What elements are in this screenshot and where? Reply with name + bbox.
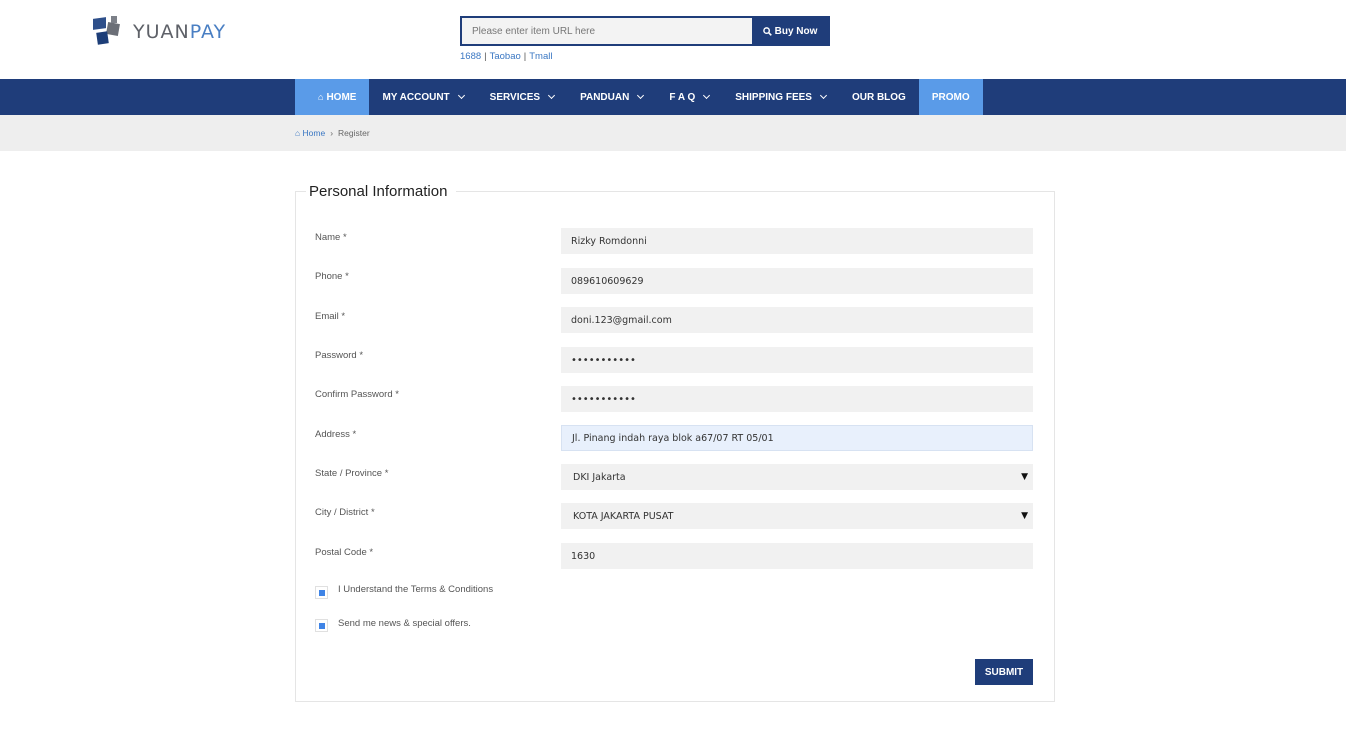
- chevron-down-icon: [548, 91, 556, 100]
- breadcrumb-current: Register: [338, 128, 370, 138]
- password-field[interactable]: •••••••••••: [561, 347, 1033, 373]
- name-label: Name *: [315, 232, 347, 243]
- market-link-taobao[interactable]: Taobao: [490, 51, 521, 62]
- news-label: Send me news & special offers.: [338, 618, 471, 629]
- chevron-right-icon: ›: [330, 128, 334, 138]
- main-navbar: ⌂ HOME MY ACCOUNT SERVICES PANDUAN F A Q …: [0, 79, 1346, 115]
- nav-item-my-account[interactable]: MY ACCOUNT: [369, 79, 476, 115]
- search-icon: [762, 26, 772, 36]
- dropdown-arrow-icon: ▼: [1021, 511, 1028, 521]
- chevron-down-icon: [457, 91, 465, 100]
- submit-button[interactable]: SUBMIT: [975, 659, 1033, 685]
- chevron-down-icon: [637, 91, 645, 100]
- chevron-down-icon: [703, 91, 711, 100]
- dropdown-arrow-icon: ▼: [1021, 472, 1028, 482]
- site-header: YUANPAY Buy Now 1688|Taobao|Tmall: [0, 0, 1346, 79]
- market-link-tmall[interactable]: Tmall: [529, 51, 552, 62]
- password-label: Password *: [315, 350, 364, 361]
- url-search-bar: Buy Now: [460, 16, 830, 46]
- nav-item-services[interactable]: SERVICES: [477, 79, 567, 115]
- address-label: Address *: [315, 429, 357, 440]
- nav-item-panduan[interactable]: PANDUAN: [567, 79, 656, 115]
- phone-label: Phone *: [315, 271, 349, 282]
- nav-item-home[interactable]: ⌂ HOME: [295, 79, 370, 115]
- terms-label: I Understand the Terms & Conditions: [338, 584, 494, 595]
- breadcrumb-bar: ⌂ Home › Register: [0, 115, 1346, 151]
- logo-text: YUANPAY: [133, 21, 227, 43]
- city-label: City / District *: [315, 507, 375, 518]
- state-select-value: DKI Jakarta: [573, 471, 626, 483]
- nav-menu: ⌂ HOME MY ACCOUNT SERVICES PANDUAN F A Q …: [295, 79, 983, 115]
- confirm-password-label: Confirm Password *: [315, 389, 399, 400]
- city-select-value: KOTA JAKARTA PUSAT: [573, 510, 674, 522]
- news-checkbox[interactable]: [315, 619, 328, 632]
- checkbox-checked-mark: [318, 589, 325, 596]
- nav-item-promo[interactable]: PROMO: [918, 79, 983, 115]
- buy-now-button[interactable]: Buy Now: [752, 18, 828, 44]
- logo-mark-icon: [93, 16, 129, 48]
- item-url-input[interactable]: [462, 18, 752, 44]
- phone-field[interactable]: 089610609629: [561, 268, 1033, 294]
- breadcrumb-home[interactable]: ⌂ Home: [295, 128, 325, 138]
- home-icon: ⌂: [295, 128, 301, 138]
- yuanpay-logo[interactable]: YUANPAY: [93, 16, 226, 48]
- email-label: Email *: [315, 311, 346, 322]
- form-title: Personal Information: [306, 183, 457, 200]
- nav-item-our-blog[interactable]: OUR BLOG: [839, 79, 919, 115]
- city-select[interactable]: KOTA JAKARTA PUSAT ▼: [561, 503, 1033, 529]
- terms-checkbox[interactable]: [315, 586, 328, 599]
- confirm-password-field[interactable]: •••••••••••: [561, 386, 1033, 412]
- postal-code-label: Postal Code *: [315, 547, 374, 558]
- buy-now-label: Buy Now: [774, 25, 818, 37]
- chevron-down-icon: [819, 91, 827, 100]
- marketplace-links: 1688 | Taobao | Tmall: [460, 51, 553, 62]
- state-select[interactable]: DKI Jakarta ▼: [561, 464, 1033, 490]
- nav-item-shipping-fees[interactable]: SHIPPING FEES: [722, 79, 839, 115]
- state-label: State / Province *: [315, 468, 389, 479]
- address-field[interactable]: Jl. Pinang indah raya blok a67/07 RT 05/…: [561, 425, 1033, 451]
- name-field[interactable]: Rizky Romdonni: [561, 228, 1033, 254]
- postal-code-field[interactable]: 1630: [561, 543, 1033, 569]
- checkbox-checked-mark: [318, 622, 325, 629]
- breadcrumb: ⌂ Home › Register: [295, 128, 370, 138]
- market-link-1688[interactable]: 1688: [460, 51, 481, 62]
- nav-item-faq[interactable]: F A Q: [656, 79, 722, 115]
- home-icon: ⌂: [318, 92, 324, 102]
- email-field[interactable]: doni.123@gmail.com: [561, 307, 1033, 333]
